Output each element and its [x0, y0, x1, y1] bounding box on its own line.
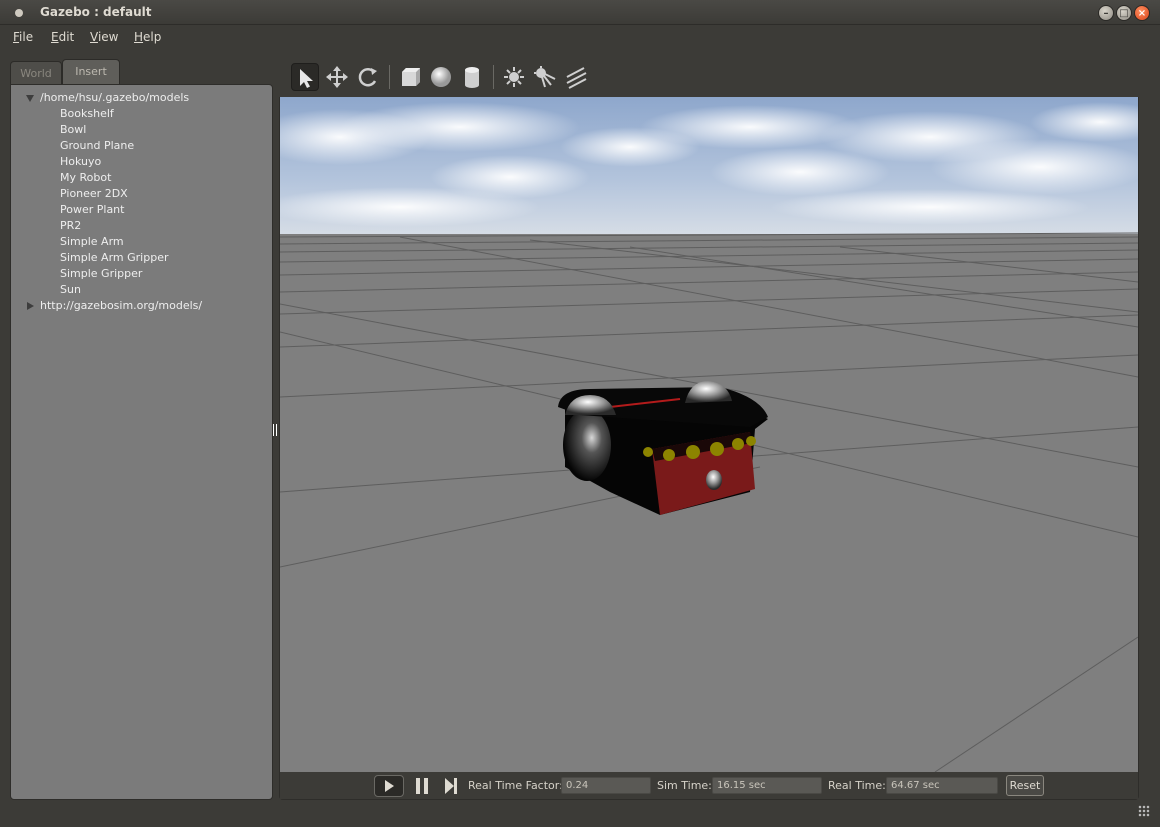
box-icon[interactable]	[396, 63, 424, 91]
tree-model-item[interactable]: Bowl	[60, 123, 86, 136]
tree-model-item[interactable]: Simple Arm Gripper	[60, 251, 168, 264]
tree-model-item[interactable]: PR2	[60, 219, 81, 232]
menu-bar: File Edit View Help	[0, 25, 1160, 49]
step-button[interactable]	[443, 777, 459, 795]
real-time-factor-value: 0.24	[561, 777, 651, 794]
tree-model-item[interactable]: Simple Gripper	[60, 267, 142, 280]
tree-model-item[interactable]: Hokuyo	[60, 155, 101, 168]
reset-button[interactable]: Reset	[1006, 775, 1044, 796]
real-time-factor-label: Real Time Factor:	[468, 779, 563, 792]
real-time-value: 64.67 sec	[886, 777, 998, 794]
tab-insert[interactable]: Insert	[62, 59, 120, 84]
maximize-button[interactable]: □	[1116, 5, 1132, 21]
play-button[interactable]	[374, 775, 404, 797]
sim-time-value: 16.15 sec	[712, 777, 822, 794]
tab-world[interactable]: World	[10, 61, 62, 84]
point-light-icon[interactable]	[500, 63, 528, 91]
tree-folder-remote-models[interactable]: http://gazebosim.org/models/	[40, 299, 202, 312]
tree-model-item[interactable]: Simple Arm	[60, 235, 124, 248]
directional-light-icon[interactable]	[562, 63, 590, 91]
title-bar: Gazebo : default – □ ×	[0, 0, 1160, 25]
tree-folder-local-models[interactable]: /home/hsu/.gazebo/models	[40, 91, 189, 104]
menu-file[interactable]: File	[13, 30, 33, 44]
window-menu-icon[interactable]	[15, 9, 23, 17]
tree-model-item[interactable]: Pioneer 2DX	[60, 187, 128, 200]
panel-splitter-handle[interactable]	[273, 424, 277, 436]
window-title: Gazebo : default	[40, 5, 152, 19]
rotate-icon[interactable]	[354, 63, 382, 91]
real-time-label: Real Time:	[828, 779, 886, 792]
sim-time-label: Sim Time:	[657, 779, 712, 792]
playback-bar: Real Time Factor: 0.24 Sim Time: 16.15 s…	[280, 773, 1138, 799]
resize-grip-icon[interactable]	[1138, 805, 1150, 817]
tree-model-item[interactable]: Sun	[60, 283, 81, 296]
sphere-icon[interactable]	[427, 63, 455, 91]
toolbar	[279, 59, 1139, 97]
tree-expand-icon[interactable]	[26, 95, 34, 102]
menu-help[interactable]: Help	[134, 30, 161, 44]
close-button[interactable]: ×	[1134, 5, 1150, 21]
tree-model-item[interactable]: Bookshelf	[60, 107, 114, 120]
ground-plane	[280, 234, 1138, 772]
spot-light-icon[interactable]	[531, 63, 559, 91]
tree-model-item[interactable]: My Robot	[60, 171, 111, 184]
model-tree-panel: /home/hsu/.gazebo/models Bookshelf Bowl Gro…	[10, 84, 273, 800]
tree-model-item[interactable]: Ground Plane	[60, 139, 134, 152]
menu-view[interactable]: View	[90, 30, 118, 44]
tree-model-item[interactable]: Power Plant	[60, 203, 124, 216]
scene-viewport[interactable]	[280, 97, 1138, 772]
translate-icon[interactable]	[323, 63, 351, 91]
minimize-button[interactable]: –	[1098, 5, 1114, 21]
select-arrow-icon[interactable]	[291, 63, 319, 91]
pause-button[interactable]	[414, 777, 430, 795]
tree-collapse-icon[interactable]	[27, 302, 34, 310]
menu-edit[interactable]: Edit	[51, 30, 74, 44]
cylinder-icon[interactable]	[458, 63, 486, 91]
